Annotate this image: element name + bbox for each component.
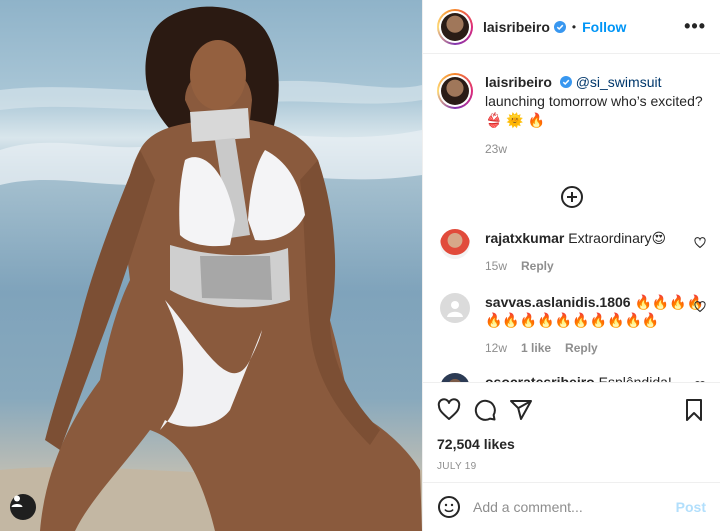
comment-time[interactable]: 15w [485,257,507,275]
caption-mention[interactable]: @si_swimsuit [576,74,662,90]
comment-icon[interactable] [473,398,497,422]
post-button[interactable]: Post [676,499,706,515]
comment-item: savvas.aslanidis.1806 🔥🔥🔥🔥🔥🔥🔥🔥🔥🔥🔥🔥🔥🔥 12w… [437,293,706,357]
reply-button[interactable]: Reply [565,339,598,357]
caption-avatar[interactable] [437,73,473,109]
heart-icon[interactable] [437,398,461,422]
comment-avatar[interactable] [440,373,470,382]
verified-icon [559,76,572,88]
verified-icon [553,20,566,33]
comment-user[interactable]: rajatxkumar [485,230,564,246]
comment-item: rajatxkumar Extraordinary😍 15w Reply [437,229,706,275]
add-comment-bar: Post [423,482,720,531]
comment-time[interactable]: 12w [485,339,507,357]
comments-list[interactable]: laisribeiro @si_swimsuit launching tomor… [423,55,720,382]
photo-illustration [0,6,422,531]
bookmark-icon[interactable] [682,398,706,422]
caption: laisribeiro @si_swimsuit launching tomor… [437,73,706,159]
comment-item: osocratesribeiro Esplêndida! [437,373,706,382]
comment-input[interactable] [473,499,676,515]
caption-time[interactable]: 23w [485,140,507,159]
post-side-panel: laisribeiro • Follow ••• laisribeiro @si… [422,0,720,531]
comment-avatar[interactable] [440,229,470,259]
comment-text: Esplêndida! [598,374,672,382]
comment-user[interactable]: osocratesribeiro [485,374,595,382]
post-photo[interactable] [0,0,422,531]
add-circle-icon[interactable] [560,185,584,209]
post-header: laisribeiro • Follow ••• [423,0,720,54]
post-actions: 72,504 likes JULY 19 [423,382,720,492]
comment-text: Extraordinary😍 [568,230,667,246]
user-tag-icon[interactable] [10,494,36,520]
caption-author[interactable]: laisribeiro [485,74,552,90]
emoji-icon[interactable] [437,495,461,519]
caption-text: launching tomorrow who’s excited? 👙 🌞 🔥 [485,93,703,128]
comment-user[interactable]: savvas.aslanidis.1806 [485,294,631,310]
comment-avatar[interactable] [440,293,470,323]
comment-likes[interactable]: 1 like [521,339,551,357]
reply-button[interactable]: Reply [521,257,554,275]
separator-dot: • [571,19,577,34]
post-date: JULY 19 [437,461,477,472]
heart-icon[interactable] [694,237,706,249]
avatar[interactable] [437,8,473,45]
likes-count[interactable]: 72,504 likes [437,436,706,452]
follow-button[interactable]: Follow [582,19,626,35]
share-icon[interactable] [509,398,533,422]
header-username[interactable]: laisribeiro [483,19,550,35]
more-icon[interactable]: ••• [684,16,706,37]
heart-icon[interactable] [694,301,706,313]
